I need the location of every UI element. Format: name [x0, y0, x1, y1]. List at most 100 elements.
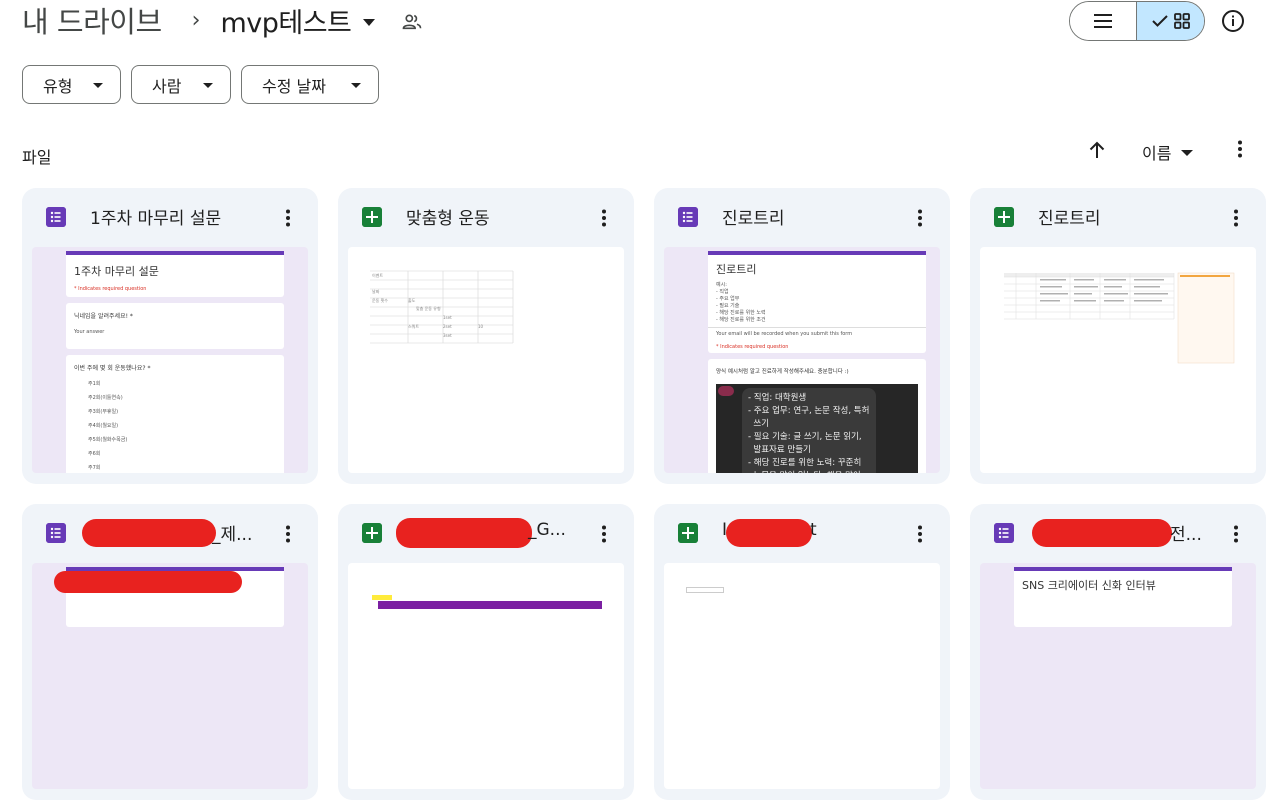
svg-text:스쿼트: 스쿼트	[408, 323, 419, 329]
google-sheets-icon	[678, 523, 698, 543]
card-header: _G...	[338, 504, 634, 562]
grid-view-button[interactable]	[1136, 2, 1204, 40]
spreadsheet-preview: 이벤트날짜운동 횟수 출도맞춤 운동 유형 1set 2set 스쿼트 10 3set	[370, 270, 514, 344]
file-thumbnail	[348, 563, 624, 789]
thumb-heading: 진로트리	[716, 263, 757, 276]
file-thumbnail: 진로트리 예시: - 직업 - 주요 업무 - 필요 기술 - 해당 진로를 위…	[664, 247, 940, 473]
filter-type-label: 유형	[43, 76, 73, 96]
info-icon[interactable]	[1220, 8, 1246, 34]
chevron-down-icon	[1181, 150, 1194, 156]
thumb-option: 주4회(월요일)	[88, 423, 119, 429]
spreadsheet-preview	[1004, 272, 1235, 364]
more-vert-icon[interactable]	[910, 208, 930, 228]
breadcrumb-current-folder[interactable]: mvp테스트	[220, 1, 351, 40]
svg-text:맞춤 운동 유형: 맞춤 운동 유형	[416, 305, 441, 311]
card-title: 전...	[1170, 525, 1202, 545]
card-header: I t	[654, 504, 950, 562]
card-header: _제...	[22, 504, 318, 562]
file-card[interactable]: 전... SNS 크리에이터 신화 인터뷰	[970, 504, 1266, 800]
file-thumbnail: SNS 크리에이터 신화 인터뷰	[980, 563, 1256, 789]
file-card[interactable]: 진로트리	[970, 188, 1266, 484]
file-thumbnail: 1주차 마무리 설문 * Indicates required question…	[32, 247, 308, 473]
file-card[interactable]: 맞춤형 운동 이벤트 날짜 운동 횟수 출도 맞춤 운동 유형 1set 2set 스쿼트…	[338, 188, 634, 484]
svg-text:10: 10	[478, 324, 484, 329]
thumb-question: 이번 주에 몇 회 운동했나요? *	[74, 365, 151, 372]
google-forms-icon	[46, 207, 66, 227]
more-vert-icon[interactable]	[594, 524, 614, 544]
file-thumbnail	[980, 247, 1256, 473]
card-title: 맞춤형 운동	[406, 209, 490, 229]
list-view-icon	[1094, 14, 1112, 28]
thumb-option: 주1회	[88, 381, 101, 387]
file-thumbnail	[32, 563, 308, 789]
breadcrumb: 내 드라이브 › mvp테스트	[22, 0, 423, 40]
card-title: _G...	[528, 520, 566, 540]
chevron-down-icon	[93, 83, 103, 88]
file-card[interactable]: _G...	[338, 504, 634, 800]
file-card[interactable]: 1주차 마무리 설문 1주차 마무리 설문 * Indicates requir…	[22, 188, 318, 484]
section-files-label: 파일	[22, 148, 52, 167]
file-thumbnail	[664, 563, 940, 789]
google-sheets-icon	[362, 523, 382, 543]
thumb-answer-hint: Your answer	[74, 329, 105, 335]
more-vert-icon[interactable]	[1226, 524, 1246, 544]
list-view-button[interactable]	[1070, 2, 1136, 40]
google-forms-icon	[46, 523, 66, 543]
breadcrumb-root[interactable]: 내 드라이브	[22, 0, 162, 41]
view-toggle	[1069, 1, 1205, 41]
thumb-email-note: Your email will be recorded when you sub…	[716, 331, 853, 337]
thumb-line: - 주요 업무	[716, 296, 740, 302]
thumb-option: 주2회(이틀연속)	[88, 395, 123, 401]
file-thumbnail: 이벤트 날짜 운동 횟수 출도 맞춤 운동 유형 1set 2set 스쿼트 10 3set	[348, 247, 624, 473]
people-icon[interactable]	[401, 13, 423, 31]
card-header: 진로트리	[970, 188, 1266, 246]
more-vert-icon[interactable]	[594, 208, 614, 228]
thumb-prompt: 양식 예시처럼 알고 진료하게 작성해주세요. 충분합니다 :)	[716, 369, 849, 375]
chat-text: - 직업: 대학원생 - 주요 업무: 연구, 논문 작성, 특허 쓰기 - 필…	[748, 393, 870, 473]
thumb-option: 주6회	[88, 451, 101, 457]
redaction-mark	[396, 518, 532, 548]
thumb-question: 닉네임을 알려주세요! *	[74, 313, 133, 320]
thumb-heading: SNS 크리에이터 신화 인터뷰	[1022, 579, 1156, 592]
thumb-option: 주5회(월화수목금)	[88, 437, 128, 443]
redaction-mark	[54, 571, 242, 593]
filter-people-chip[interactable]: 사람	[131, 65, 231, 104]
svg-text:3set: 3set	[443, 333, 452, 338]
thumb-option: 주3회(무휴일)	[88, 409, 119, 415]
folder-menu-chevron-down-icon[interactable]	[363, 18, 376, 26]
svg-text:운동 횟수: 운동 횟수	[372, 297, 388, 303]
thumb-required-note: * Indicates required question	[74, 286, 147, 292]
google-sheets-icon	[994, 207, 1014, 227]
card-header: 맞춤형 운동	[338, 188, 634, 246]
filter-modified-label: 수정 날짜	[262, 76, 326, 96]
more-vert-icon[interactable]	[1230, 139, 1250, 159]
filter-modified-chip[interactable]: 수정 날짜	[241, 65, 379, 104]
thumb-line: 예시:	[716, 282, 727, 288]
card-header: 전...	[970, 504, 1266, 562]
thumb-option: 주7회	[88, 465, 101, 471]
grid-view-icon	[1173, 13, 1190, 29]
file-card[interactable]: _제...	[22, 504, 318, 800]
breadcrumb-separator: ›	[191, 7, 201, 33]
filter-type-chip[interactable]: 유형	[22, 65, 121, 104]
card-title: 1주차 마무리 설문	[90, 209, 222, 229]
svg-text:이벤트: 이벤트	[372, 272, 383, 278]
more-vert-icon[interactable]	[1226, 208, 1246, 228]
redaction-mark	[1032, 519, 1172, 547]
file-card[interactable]: I t	[654, 504, 950, 800]
sort-by-name-button[interactable]: 이름	[1142, 140, 1194, 164]
thumb-line: - 필요 기술	[716, 303, 740, 309]
more-vert-icon[interactable]	[910, 524, 930, 544]
thumb-required-note: * Indicates required question	[716, 344, 789, 350]
file-card[interactable]: 진로트리 진로트리 예시: - 직업 - 주요 업무 - 필요 기술 - 해당 …	[654, 188, 950, 484]
thumb-line: - 해당 진로를 위한 조건	[716, 317, 766, 323]
chevron-down-icon	[351, 83, 361, 88]
check-icon	[1151, 15, 1168, 27]
chevron-down-icon	[203, 83, 213, 88]
card-title: 진로트리	[722, 209, 785, 229]
more-vert-icon[interactable]	[278, 524, 298, 544]
card-header: 진로트리	[654, 188, 950, 246]
arrow-up-icon[interactable]	[1087, 140, 1107, 160]
more-vert-icon[interactable]	[278, 208, 298, 228]
card-title: 진로트리	[1038, 209, 1101, 229]
